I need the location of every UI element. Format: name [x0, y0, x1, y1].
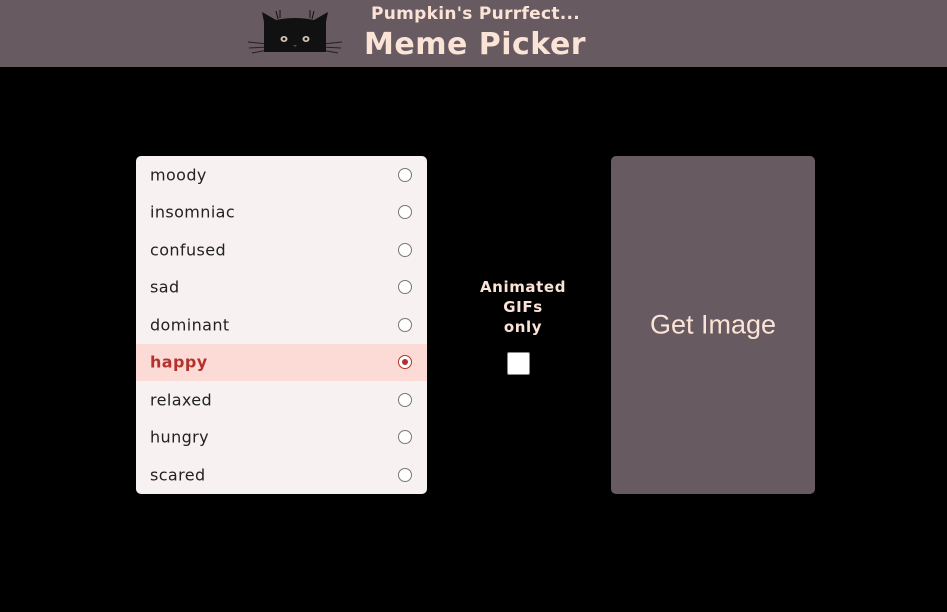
animated-gifs-label: Animated GIFs only — [468, 277, 578, 337]
radio-button[interactable] — [398, 280, 412, 295]
mood-label: confused — [150, 240, 227, 260]
radio-button[interactable] — [398, 167, 412, 182]
mood-label: relaxed — [150, 390, 213, 410]
radio-button[interactable] — [398, 205, 412, 220]
get-image-label: Get Image — [649, 309, 777, 340]
gif-label-line: only — [503, 318, 543, 336]
radio-button[interactable] — [398, 317, 412, 332]
mood-label: insomniac — [150, 202, 236, 222]
app-title: Meme Picker — [364, 27, 587, 62]
mood-option-happy[interactable]: happy — [136, 343, 427, 381]
mood-option-hungry[interactable]: hungry — [136, 419, 427, 457]
mood-label: scared — [150, 465, 206, 485]
black-cat-icon — [247, 10, 343, 54]
radio-button[interactable] — [398, 467, 412, 482]
app-subtitle: Pumpkin's Purrfect... — [371, 4, 581, 24]
gif-label-line: Animated — [479, 278, 567, 296]
header-bar: Pumpkin's Purrfect... Meme Picker — [0, 0, 947, 67]
mood-option-confused[interactable]: confused — [136, 231, 427, 269]
mood-option-dominant[interactable]: dominant — [136, 306, 427, 344]
radio-button[interactable] — [398, 430, 412, 445]
mood-radio-list: moody insomniac confused sad dominant ha… — [136, 156, 427, 494]
mood-label: happy — [150, 352, 208, 372]
animated-gifs-checkbox[interactable] — [507, 352, 530, 375]
mood-option-moody[interactable]: moody — [136, 156, 427, 194]
mood-label: sad — [150, 277, 180, 297]
mood-option-insomniac[interactable]: insomniac — [136, 194, 427, 232]
mood-option-scared[interactable]: scared — [136, 456, 427, 494]
mood-label: dominant — [150, 315, 230, 335]
gif-label-line: GIFs — [503, 298, 543, 316]
mood-label: moody — [150, 165, 207, 185]
radio-button-selected[interactable] — [398, 355, 412, 370]
radio-button[interactable] — [398, 392, 412, 407]
get-image-button[interactable]: Get Image — [611, 156, 815, 494]
mood-option-sad[interactable]: sad — [136, 269, 427, 307]
radio-button[interactable] — [398, 242, 412, 257]
mood-option-relaxed[interactable]: relaxed — [136, 381, 427, 419]
mood-label: hungry — [150, 427, 210, 447]
